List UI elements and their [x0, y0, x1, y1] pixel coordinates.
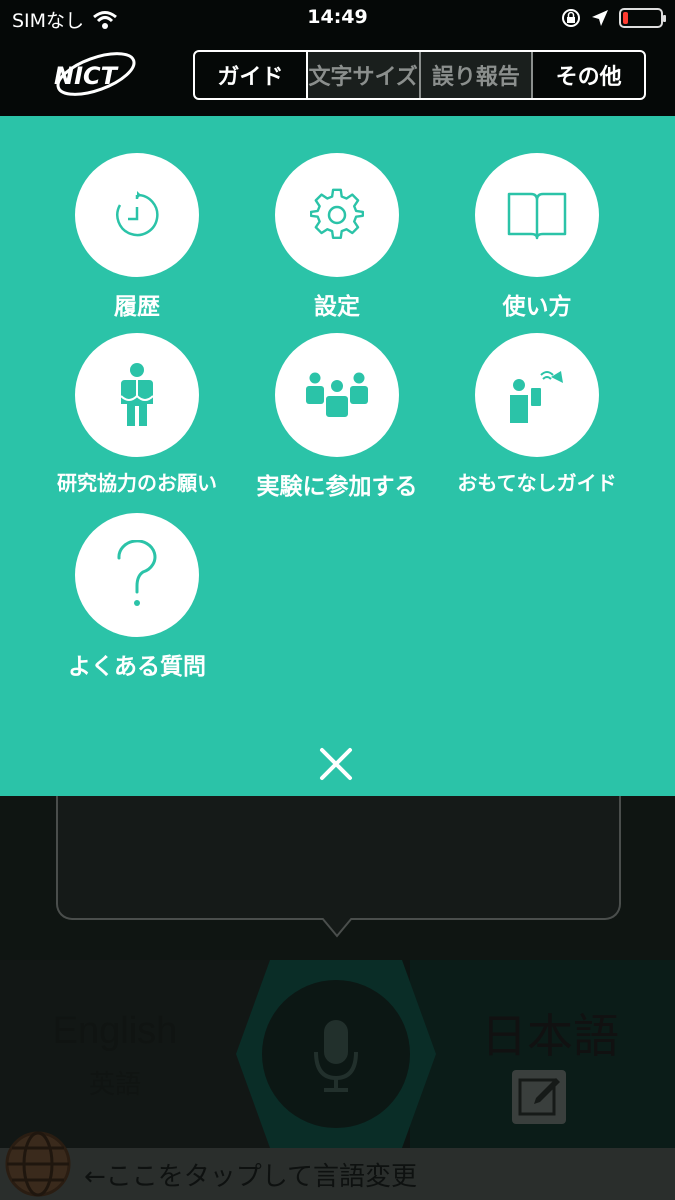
svg-text:NICT: NICT [54, 62, 119, 90]
book-icon [475, 153, 599, 277]
person-icon [75, 333, 199, 457]
tab-error-report[interactable]: 誤り報告 [420, 52, 534, 98]
battery-level [623, 12, 628, 24]
menu-label-faq: よくある質問 [68, 654, 206, 680]
nict-logo[interactable]: NICT [48, 46, 140, 102]
tab-font-size[interactable]: 文字サイズ [307, 52, 421, 98]
change-language-hint[interactable]: ←ここをタップして言語変更 [84, 1156, 417, 1193]
menu-label-experiment: 実験に参加する [256, 474, 418, 500]
source-language-sub: 英語 [88, 1070, 141, 1100]
menu-item-history[interactable]: 履歴 [37, 153, 237, 321]
location-icon [592, 10, 608, 26]
edit-icon[interactable] [512, 1070, 566, 1124]
menu-label-research: 研究協力のお願い [57, 471, 217, 495]
menu-label-history: 履歴 [114, 294, 160, 320]
gear-icon [275, 153, 399, 277]
tab-guide[interactable]: ガイド [195, 52, 308, 98]
orientation-lock-icon [562, 9, 580, 27]
history-icon [75, 153, 199, 277]
translation-bubble [56, 796, 621, 920]
source-language-panel[interactable] [0, 960, 270, 1148]
group-icon [275, 333, 399, 457]
question-icon [75, 513, 199, 637]
menu-label-howto: 使い方 [502, 294, 572, 320]
guide-icon [475, 333, 599, 457]
header-tabs: ガイド 文字サイズ 誤り報告 その他 [193, 50, 646, 100]
menu-item-settings[interactable]: 設定 [237, 153, 437, 321]
source-language-name: English [52, 1010, 178, 1052]
menu-item-faq[interactable]: よくある質問 [37, 513, 237, 681]
battery-icon [619, 8, 666, 28]
menu-item-experiment[interactable]: 実験に参加する [237, 333, 437, 501]
menu-panel: 履歴 設定 使い方 研究協力のお願い 実験に参加する おもてなしガイド よくある… [0, 116, 675, 796]
bubble-tip [322, 918, 352, 938]
status-bar: SIMなし 14:49 [0, 0, 675, 38]
menu-label-omotenashi: おもてなしガイド [457, 471, 617, 495]
close-icon[interactable] [316, 744, 356, 784]
status-right [561, 8, 666, 28]
menu-item-howto[interactable]: 使い方 [437, 153, 637, 321]
menu-item-research[interactable]: 研究協力のお願い [37, 333, 237, 496]
app-header: NICT ガイド 文字サイズ 誤り報告 その他 [0, 38, 675, 116]
menu-item-omotenashi[interactable]: おもてなしガイド [437, 333, 637, 496]
globe-icon[interactable] [4, 1130, 72, 1198]
target-language-name: 日本語 [481, 1009, 619, 1063]
mic-button[interactable] [236, 960, 436, 1148]
tab-other[interactable]: その他 [533, 52, 644, 98]
menu-label-settings: 設定 [314, 294, 360, 320]
